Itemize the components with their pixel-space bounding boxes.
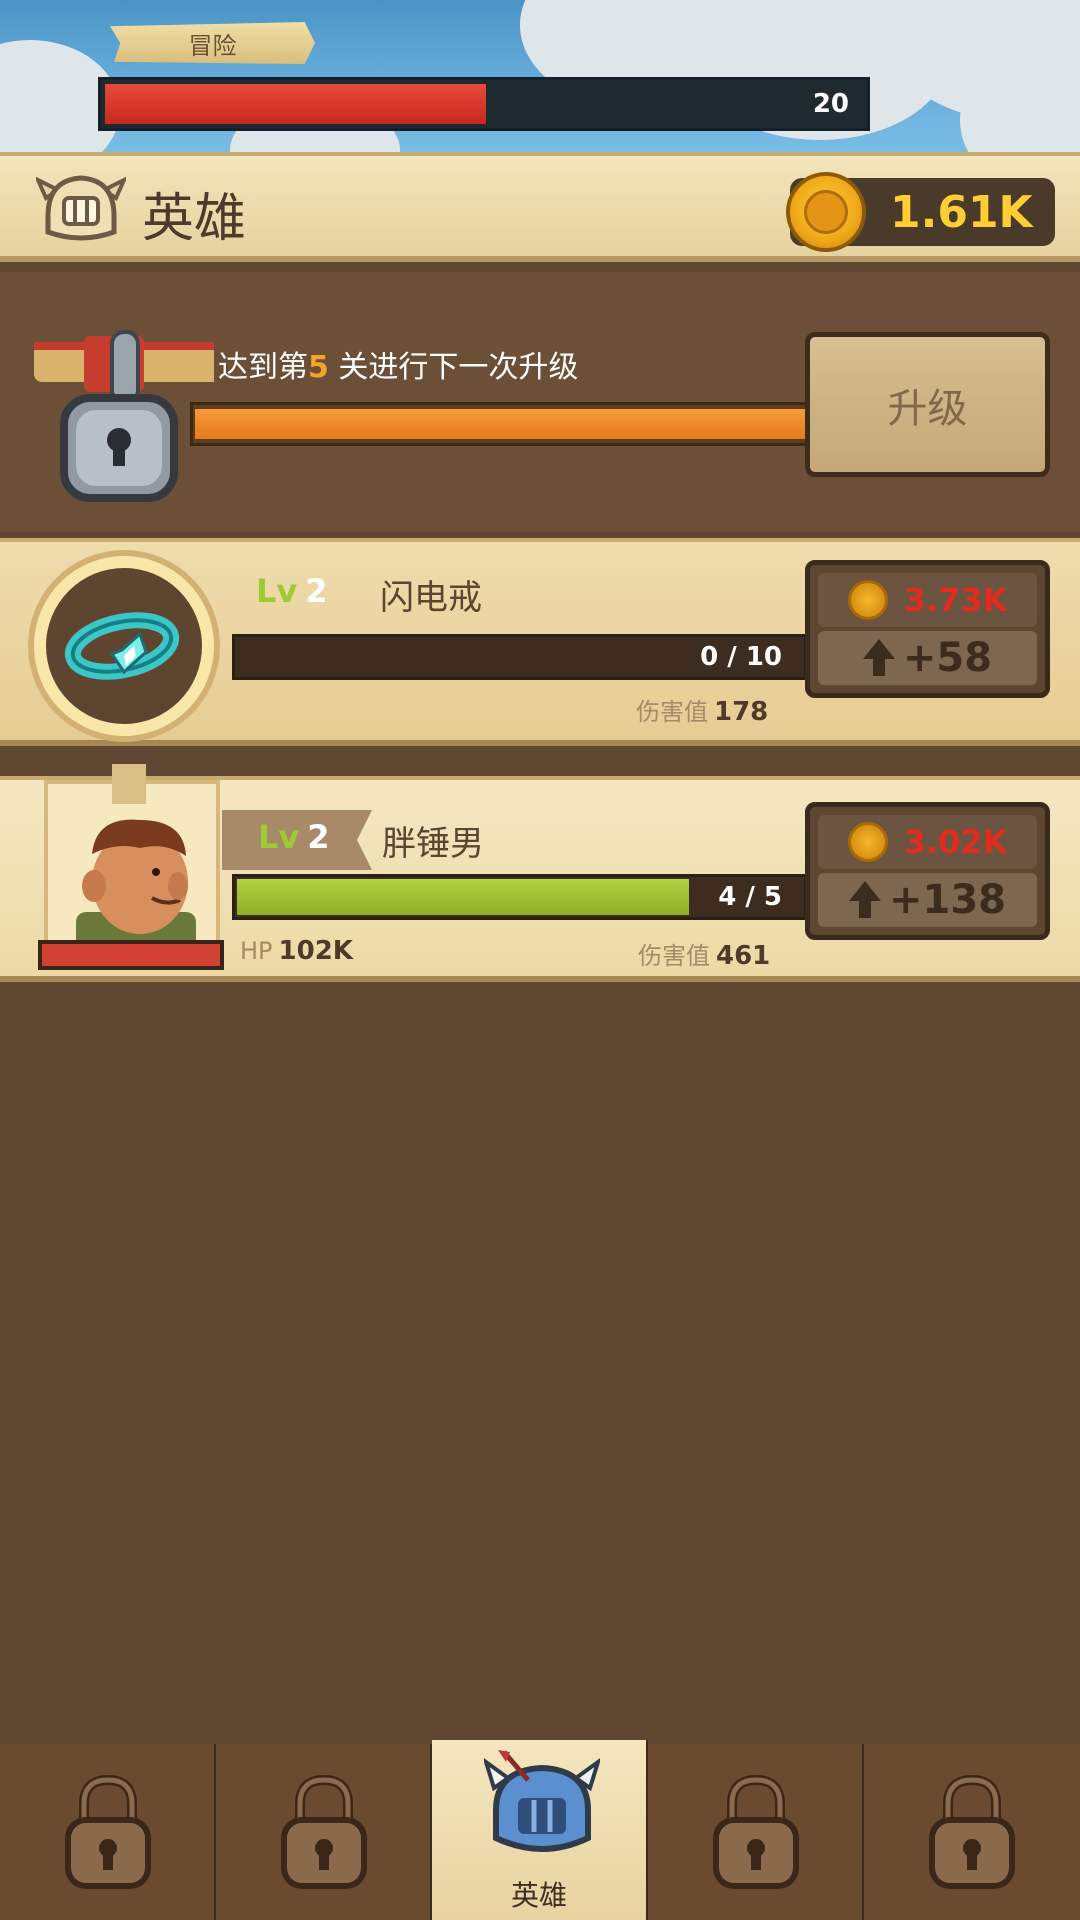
adventure-tab[interactable]: 冒险 (110, 22, 315, 64)
padlock-icon (929, 1774, 1015, 1889)
gold-counter: 1.61K (786, 172, 1055, 252)
hero-upgrade-button[interactable]: 3.02K +138 (805, 802, 1050, 940)
padlock-icon (65, 1774, 151, 1889)
page-title: 英雄 (142, 189, 247, 249)
lightning-ring-icon (64, 612, 180, 680)
gold-coin-icon (847, 822, 888, 862)
nav-tab-locked-3[interactable] (648, 1744, 864, 1920)
ring-portrait (28, 550, 220, 742)
stage-progress-bar (190, 402, 810, 446)
stage-progress-fill (195, 409, 805, 439)
padlock-icon (34, 330, 214, 502)
gold-coin-icon (786, 172, 866, 252)
upgrade-bonus: +138 (888, 877, 1006, 923)
up-arrow-icon (862, 639, 895, 676)
padlock-icon (713, 1774, 799, 1889)
item-damage-stat: 伤害值 178 (636, 697, 769, 727)
helmet-icon (36, 175, 126, 241)
hero-name: 胖锤男 (382, 824, 484, 864)
item-progress-text: 0 / 10 (700, 642, 782, 672)
hero-level: Lv 2 (258, 818, 330, 856)
upgrade-cost: 3.73K (903, 581, 1008, 619)
nav-tab-locked-1[interactable] (0, 1744, 216, 1920)
nav-tab-locked-2[interactable] (216, 1744, 432, 1920)
hero-damage-stat: 伤害值 461 (638, 941, 771, 971)
hero-hp-bar (38, 940, 224, 970)
nav-tab-locked-4[interactable] (864, 1744, 1080, 1920)
enemy-hp-bar: 20 (98, 77, 870, 131)
adventure-tab-label: 冒险 (188, 31, 237, 60)
hero-hp-stat: HP 102K (240, 936, 353, 966)
padlock-icon (281, 1774, 367, 1889)
enemy-hp-fill (105, 84, 486, 124)
item-upgrade-button[interactable]: 3.73K +58 (805, 560, 1050, 698)
upgrade-cost: 3.02K (903, 823, 1008, 861)
hero-progress-fill (237, 879, 689, 915)
hero-face-icon (76, 819, 196, 952)
enemy-hp-value: 20 (812, 89, 849, 119)
gold-coin-icon (847, 580, 888, 620)
upgrade-bonus: +58 (902, 635, 993, 681)
locked-upgrade-row: 达到第5 关进行下一次升级 升级 (0, 272, 1080, 532)
item-progress-bar: 0 / 10 (232, 634, 807, 680)
upgrade-button-label: 升级 (887, 385, 968, 432)
nav-tab-heroes-label: 英雄 (510, 1879, 567, 1912)
item-level: Lv 2 (256, 572, 328, 610)
bottom-nav: 英雄 (0, 1740, 1080, 1920)
knight-helmet-icon (484, 1750, 600, 1852)
upgrade-requirement-text: 达到第5 关进行下一次升级 (218, 350, 579, 385)
hero-progress-text: 4 / 5 (718, 882, 782, 912)
heroes-header: 英雄 1.61K (0, 152, 1080, 262)
nav-tab-heroes[interactable]: 英雄 (432, 1740, 648, 1920)
hero-progress-bar: 4 / 5 (232, 874, 807, 920)
hero-portrait (44, 764, 220, 960)
up-arrow-icon (848, 881, 881, 918)
hero-card: Lv 2 胖锤男 4 / 5 HP 102K 伤害值 461 3.02K +138 (0, 764, 1080, 982)
upgrade-button[interactable]: 升级 (805, 332, 1050, 477)
gold-amount: 1.61K (890, 186, 1033, 238)
item-card-ring: Lv 2 闪电戒 0 / 10 伤害值 178 3.73K +58 (0, 538, 1080, 746)
item-name: 闪电戒 (380, 578, 482, 618)
